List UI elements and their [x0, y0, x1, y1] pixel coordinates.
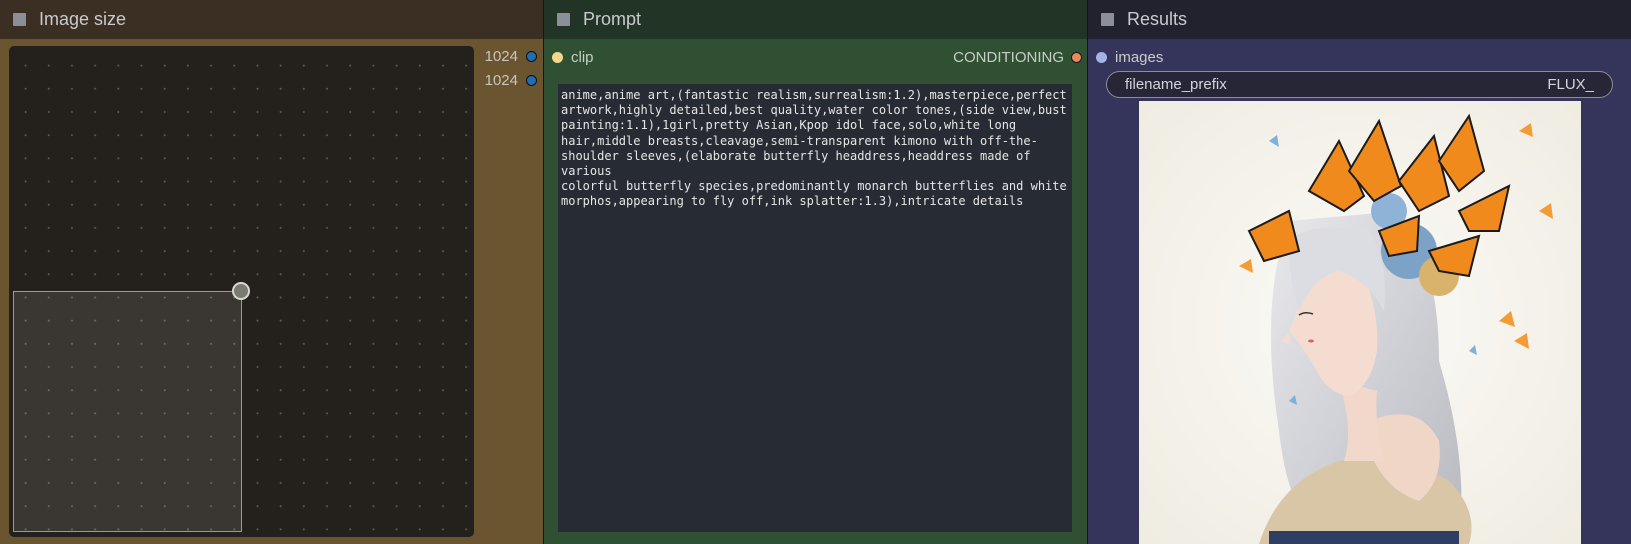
- result-image-preview[interactable]: [1139, 101, 1581, 544]
- prompt-port-row: clip CONDITIONING: [544, 47, 1087, 67]
- generated-image: [1139, 101, 1581, 544]
- collapse-toggle-icon[interactable]: [557, 13, 570, 26]
- height-output-dot[interactable]: [526, 74, 537, 86]
- image-size-node-header[interactable]: Image size: [0, 0, 543, 39]
- images-input-dot[interactable]: [1096, 51, 1107, 63]
- results-node: Results images filename_prefix FLUX_: [1088, 0, 1631, 544]
- collapse-toggle-icon[interactable]: [13, 13, 26, 26]
- clip-input-dot[interactable]: [552, 51, 563, 63]
- filename-prefix-value: FLUX_: [1547, 76, 1594, 93]
- height-output-row: 1024: [485, 70, 543, 90]
- conditioning-output-label: CONDITIONING: [953, 48, 1064, 66]
- height-output-value: 1024: [484, 71, 518, 89]
- width-output-value: 1024: [484, 47, 518, 65]
- results-port-row: images: [1088, 47, 1631, 67]
- results-node-header[interactable]: Results: [1088, 0, 1631, 39]
- filename-prefix-field[interactable]: filename_prefix FLUX_: [1106, 71, 1613, 98]
- image-size-node: Image size 1024 1024: [0, 0, 543, 544]
- prompt-textarea[interactable]: anime,anime art,(fantastic realism,surre…: [558, 84, 1072, 532]
- node-title: Prompt: [583, 9, 642, 29]
- prompt-node: Prompt clip CONDITIONING anime,anime art…: [544, 0, 1087, 544]
- resize-handle[interactable]: [232, 282, 250, 300]
- node-title: Image size: [39, 9, 127, 29]
- node-title: Results: [1127, 9, 1188, 29]
- clip-input-label: clip: [571, 48, 594, 66]
- prompt-node-header[interactable]: Prompt: [544, 0, 1087, 39]
- collapse-toggle-icon[interactable]: [1101, 13, 1114, 26]
- images-input-label: images: [1115, 48, 1164, 66]
- conditioning-output-dot[interactable]: [1071, 51, 1082, 63]
- size-selection-rect[interactable]: [13, 291, 242, 532]
- filename-prefix-label: filename_prefix: [1125, 76, 1227, 93]
- width-output-dot[interactable]: [526, 50, 537, 62]
- width-output-row: 1024: [485, 46, 543, 66]
